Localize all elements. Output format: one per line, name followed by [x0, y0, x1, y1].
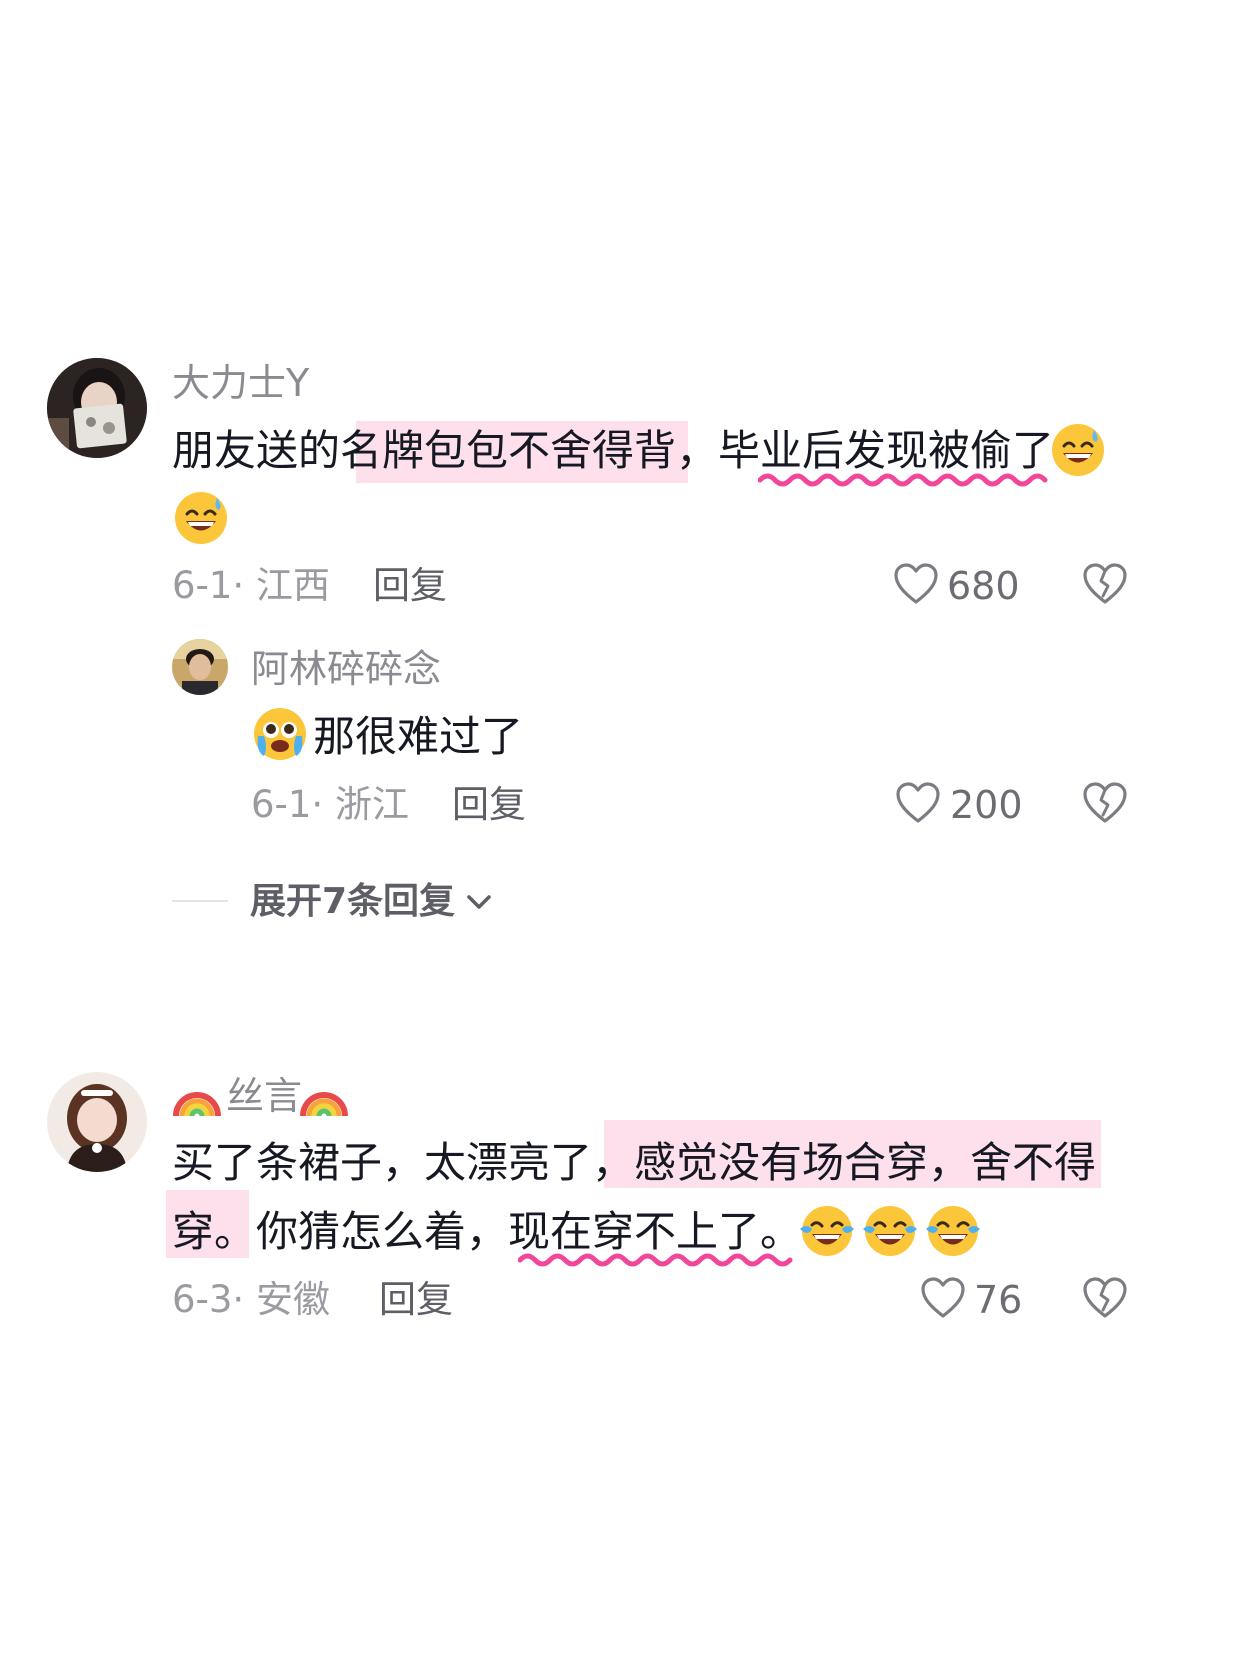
comment-date-location: 6-3· 安徽 [172, 1278, 330, 1321]
heart-icon [894, 563, 938, 604]
avatar[interactable] [172, 639, 228, 695]
dislike-button[interactable] [1082, 562, 1128, 608]
like-count: 76 [974, 1278, 1023, 1322]
like-button[interactable] [920, 1276, 970, 1322]
rainbow-icon [173, 1092, 221, 1116]
like-button[interactable] [893, 562, 943, 608]
avatar[interactable] [47, 358, 147, 458]
expand-replies-button[interactable]: 展开7条回复 [250, 882, 494, 922]
chevron-down-icon [467, 895, 491, 909]
comment-date-location: 6-1· 江西 [172, 564, 330, 607]
comment-text: 朋友送的名牌包包不舍得背，毕业后发现被偷了 [172, 426, 1055, 475]
comment-text-line-1: 买了条裙子，太漂亮了，感觉没有场合穿，舍不得 [172, 1138, 1097, 1187]
dislike-button[interactable] [1082, 1276, 1128, 1322]
pleading-crying-icon [254, 708, 306, 760]
reply-text: 那很难过了 [313, 712, 524, 761]
like-count: 200 [950, 783, 1023, 827]
divider [172, 900, 228, 902]
rainbow-icon [300, 1092, 348, 1116]
reply-button[interactable]: 回复 [373, 567, 447, 604]
broken-heart-icon [1083, 1277, 1127, 1318]
reply-button[interactable]: 回复 [379, 1281, 453, 1318]
comment-username[interactable]: 丝言 [226, 1077, 302, 1115]
comment-username[interactable]: 大力士Y [172, 364, 309, 402]
comment-text-line-2: 穿。你猜怎么着，现在穿不上了。 [172, 1207, 803, 1256]
broken-heart-icon [1083, 782, 1127, 823]
expand-replies-label: 展开7条回复 [250, 881, 456, 922]
tears-of-joy-icon [863, 1206, 917, 1256]
dislike-button[interactable] [1082, 781, 1128, 827]
avatar[interactable] [47, 1072, 147, 1172]
like-button[interactable] [895, 781, 945, 827]
reply-username[interactable]: 阿林碎碎念 [251, 650, 441, 688]
tears-of-joy-icon [800, 1206, 854, 1256]
tears-of-joy-icon [926, 1206, 980, 1256]
like-count: 680 [947, 564, 1020, 608]
heart-icon [896, 782, 940, 823]
grinning-sweat-icon [175, 492, 227, 544]
grinning-sweat-icon [1052, 424, 1104, 476]
heart-icon [921, 1277, 965, 1318]
reply-date-location: 6-1· 浙江 [251, 783, 409, 826]
reply-button[interactable]: 回复 [452, 786, 526, 823]
broken-heart-icon [1083, 563, 1127, 604]
